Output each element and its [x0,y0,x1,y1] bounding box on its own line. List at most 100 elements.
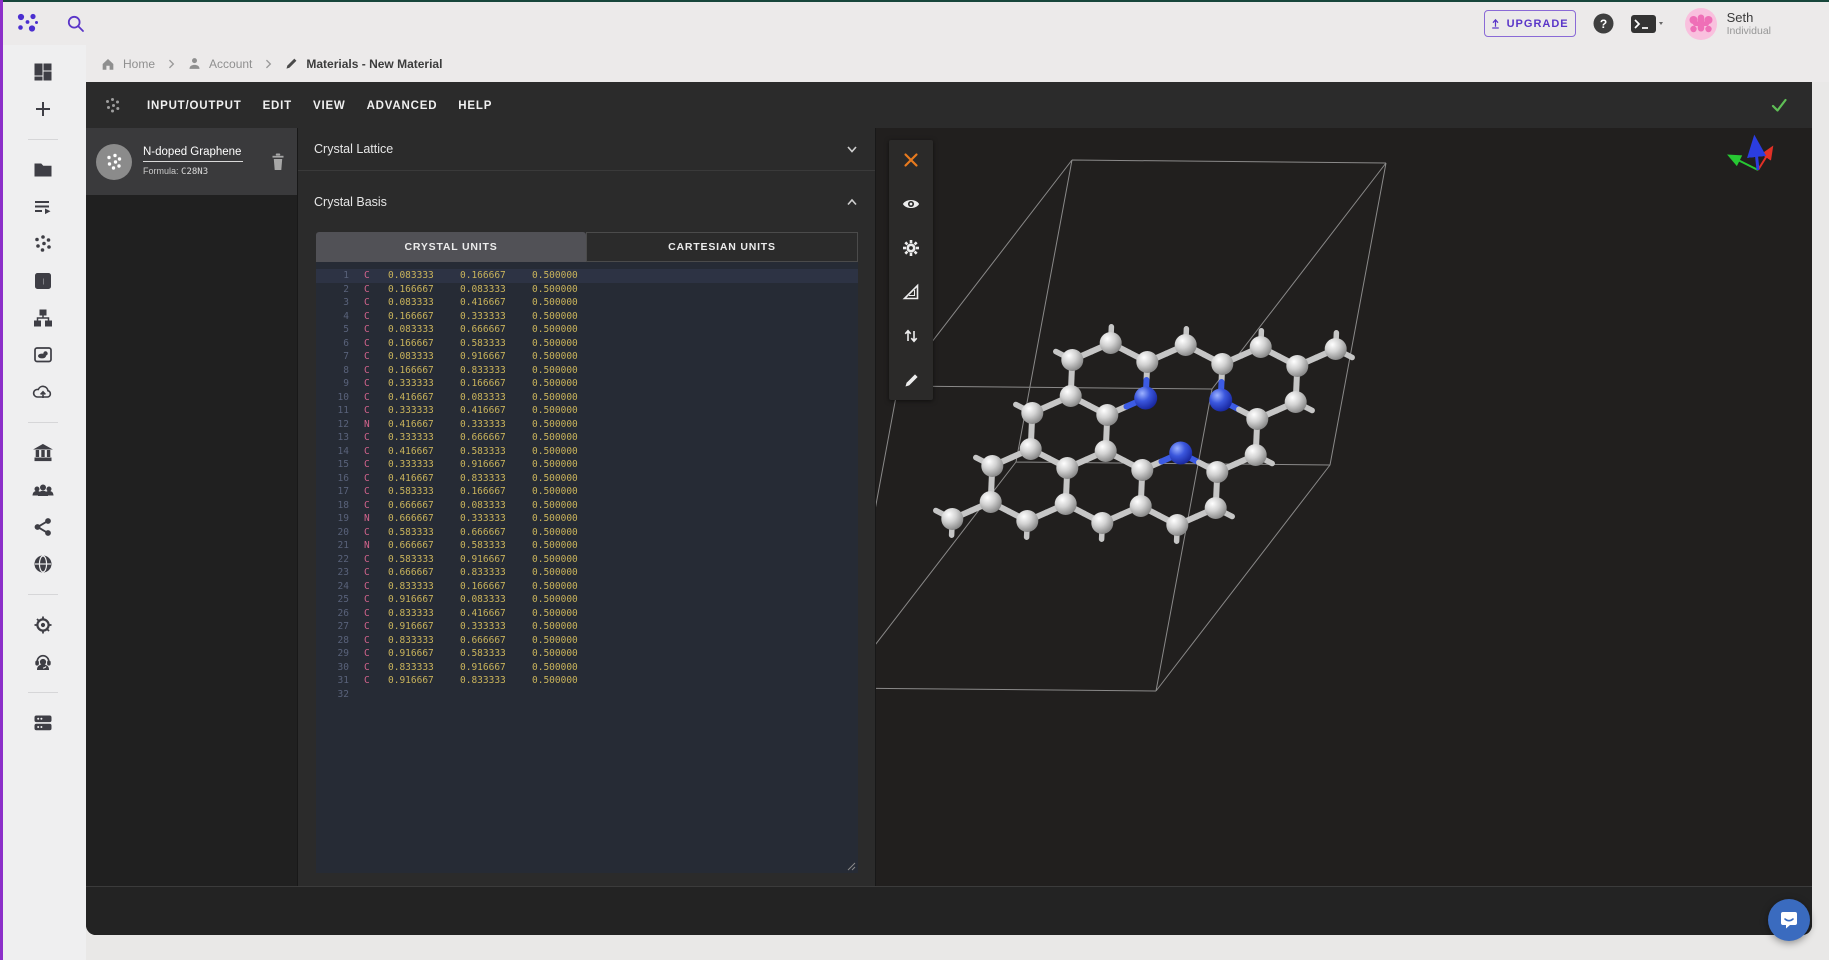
atom-C[interactable] [1325,338,1347,360]
material-name-field[interactable]: N-doped Graphene [143,146,243,162]
sidebar-item-image-box[interactable] [31,343,55,367]
basis-line[interactable]: 30C0.8333330.9166670.500000 [316,661,858,675]
atom-N[interactable] [1209,389,1232,412]
material-card[interactable]: N-doped Graphene Formula: C28N3 [86,128,297,195]
atom-C[interactable] [1175,334,1197,356]
basis-line[interactable]: 9C0.3333330.1666670.500000 [316,377,858,391]
app-logo-icon[interactable] [16,12,40,36]
atom-N[interactable] [1169,442,1192,465]
atom-C[interactable] [1055,493,1077,515]
menu-item-view[interactable]: VIEW [313,100,346,112]
sidebar-item-globe[interactable] [31,552,55,576]
basis-line[interactable]: 20C0.5833330.6666670.500000 [316,526,858,540]
atom-C[interactable] [1285,391,1307,413]
basis-line[interactable]: 5C0.0833330.6666670.500000 [316,323,858,337]
basis-code-editor[interactable]: 1C0.0833330.1666670.5000002C0.1666670.08… [316,262,858,873]
terminal-menu-icon[interactable] [1631,14,1667,34]
basis-line[interactable]: 28C0.8333330.6666670.500000 [316,634,858,648]
crystal-basis-header[interactable]: Crystal Basis [298,171,875,233]
basis-line[interactable]: 25C0.9166670.0833330.500000 [316,593,858,607]
sidebar-item-folder[interactable] [31,158,55,182]
menu-item-advanced[interactable]: ADVANCED [367,100,438,112]
basis-line[interactable]: 13C0.3333330.6666670.500000 [316,431,858,445]
help-icon[interactable]: ? [1593,13,1614,34]
tab-crystal-units[interactable]: CRYSTAL UNITS [316,232,586,262]
atom-C[interactable] [1166,514,1188,536]
sidebar-item-helm-wheel[interactable] [31,613,55,637]
atom-C[interactable] [1100,332,1122,354]
atom-C[interactable] [1250,336,1272,358]
atom-C[interactable] [981,455,1003,477]
axes-gizmo[interactable] [1736,151,1768,170]
crystal-scene[interactable] [876,128,1812,886]
atom-C[interactable] [1016,510,1038,532]
sidebar-item-share[interactable] [31,515,55,539]
basis-line[interactable]: 10C0.4166670.0833330.500000 [316,391,858,405]
crystal-lattice-header[interactable]: Crystal Lattice [298,128,875,171]
atom-C[interactable] [1206,461,1228,483]
sidebar-item-create[interactable] [31,97,55,121]
basis-line[interactable]: 1C0.0833330.1666670.500000 [316,269,858,283]
chat-bubble-button[interactable] [1768,899,1810,941]
basis-line[interactable]: 21N0.6666670.5833330.500000 [316,539,858,553]
visibility-eye-icon[interactable] [902,195,920,213]
basis-line[interactable]: 12N0.4166670.3333330.500000 [316,418,858,432]
atom-C[interactable] [1060,385,1082,407]
menu-item-edit[interactable]: EDIT [263,100,292,112]
accept-check-icon[interactable] [1770,96,1788,114]
delete-material-icon[interactable] [269,152,287,172]
atom-C[interactable] [1205,497,1227,519]
tab-cartesian-units[interactable]: CARTESIAN UNITS [586,232,858,262]
breadcrumb-account[interactable]: Account [187,56,252,71]
sidebar-item-materials-scatter[interactable] [31,232,55,256]
basis-line[interactable]: 31C0.9166670.8333330.500000 [316,674,858,688]
atom-C[interactable] [1130,495,1152,517]
close-icon[interactable] [902,151,920,169]
viewer-3d[interactable] [876,128,1812,886]
sidebar-item-dashboard[interactable] [31,60,55,84]
sidebar-item-workflow-tree[interactable] [31,306,55,330]
basis-line[interactable]: 8C0.1666670.8333330.500000 [316,364,858,378]
atom-C[interactable] [1131,459,1153,481]
atom-N[interactable] [1134,387,1157,410]
atom-C[interactable] [1021,402,1043,424]
user-menu[interactable]: Seth Individual [1684,7,1771,41]
basis-line[interactable]: 4C0.1666670.3333330.500000 [316,310,858,324]
sidebar-item-team[interactable] [31,478,55,502]
sidebar-item-unit-box[interactable]: 1 [31,269,55,293]
sort-arrows-icon[interactable] [902,327,920,345]
resize-handle[interactable] [846,861,856,871]
basis-line[interactable]: 16C0.4166670.8333330.500000 [316,472,858,486]
basis-line[interactable]: 26C0.8333330.4166670.500000 [316,607,858,621]
menu-item-input-output[interactable]: INPUT/OUTPUT [147,100,242,112]
atom-C[interactable] [1211,353,1233,375]
sidebar-item-cloud-upload[interactable] [31,380,55,404]
basis-line[interactable]: 14C0.4166670.5833330.500000 [316,445,858,459]
atom-C[interactable] [1095,440,1117,462]
breadcrumb-home[interactable]: Home [100,56,155,72]
atom-C[interactable] [1096,404,1118,426]
atom-C[interactable] [1091,512,1113,534]
upgrade-button[interactable]: UPGRADE [1484,10,1576,37]
basis-line[interactable]: 24C0.8333330.1666670.500000 [316,580,858,594]
atom-C[interactable] [1136,351,1158,373]
atom-C[interactable] [980,491,1002,513]
measure-ruler-icon[interactable] [902,283,920,301]
sidebar-item-support-headset[interactable] [31,650,55,674]
sidebar-item-bank[interactable] [31,441,55,465]
atom-C[interactable] [1020,438,1042,460]
basis-line[interactable]: 11C0.3333330.4166670.500000 [316,404,858,418]
atom-C[interactable] [1061,349,1083,371]
basis-line[interactable]: 22C0.5833330.9166670.500000 [316,553,858,567]
basis-line[interactable]: 29C0.9166670.5833330.500000 [316,647,858,661]
basis-line[interactable]: 2C0.1666670.0833330.500000 [316,283,858,297]
edit-pencil-icon[interactable] [902,371,920,389]
sidebar-item-storage[interactable] [31,711,55,735]
basis-line[interactable]: 19N0.6666670.3333330.500000 [316,512,858,526]
menu-item-help[interactable]: HELP [458,100,492,112]
basis-line[interactable]: 17C0.5833330.1666670.500000 [316,485,858,499]
basis-line[interactable]: 3C0.0833330.4166670.500000 [316,296,858,310]
atom-C[interactable] [1246,408,1268,430]
basis-line[interactable]: 7C0.0833330.9166670.500000 [316,350,858,364]
settings-gear-icon[interactable] [902,239,920,257]
